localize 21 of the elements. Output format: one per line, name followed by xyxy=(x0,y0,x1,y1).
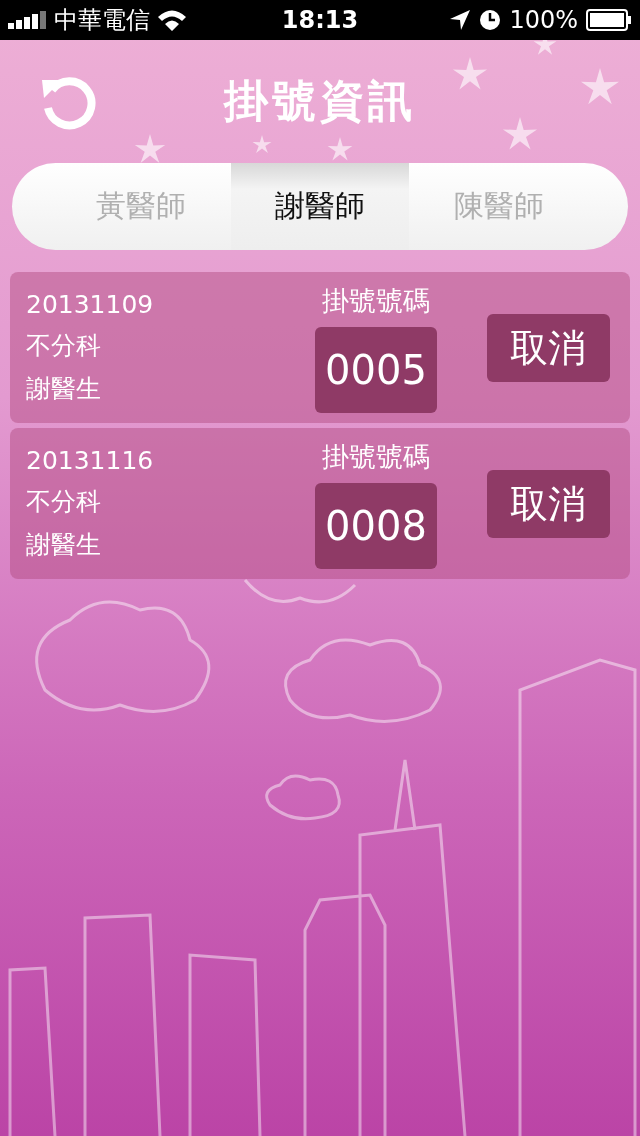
appointment-date: 20131116 xyxy=(26,446,155,475)
number-label: 掛號號碼 xyxy=(322,283,430,318)
doctor-name: 謝醫生 xyxy=(26,373,102,405)
battery-percent: 100% xyxy=(509,6,578,34)
clock-icon xyxy=(479,9,502,31)
registration-number: 0008 xyxy=(315,482,437,569)
number-label: 掛號號碼 xyxy=(322,439,430,474)
carrier-name: 中華電信 xyxy=(54,5,150,36)
signal-icon xyxy=(8,11,48,29)
status-time: 18:13 xyxy=(281,6,359,34)
registration-number: 0005 xyxy=(315,326,437,413)
cancel-button[interactable]: 取消 xyxy=(486,470,610,538)
department-name: 不分科 xyxy=(26,330,102,362)
wifi-icon xyxy=(156,8,188,32)
cancel-button[interactable]: 取消 xyxy=(486,314,610,382)
battery-icon xyxy=(586,9,632,31)
location-arrow-icon xyxy=(449,9,472,31)
department-name: 不分科 xyxy=(26,486,102,518)
appointment-date: 20131109 xyxy=(26,290,155,319)
doctor-name: 謝醫生 xyxy=(26,529,102,561)
page-title: 掛號資訊 xyxy=(224,74,416,128)
